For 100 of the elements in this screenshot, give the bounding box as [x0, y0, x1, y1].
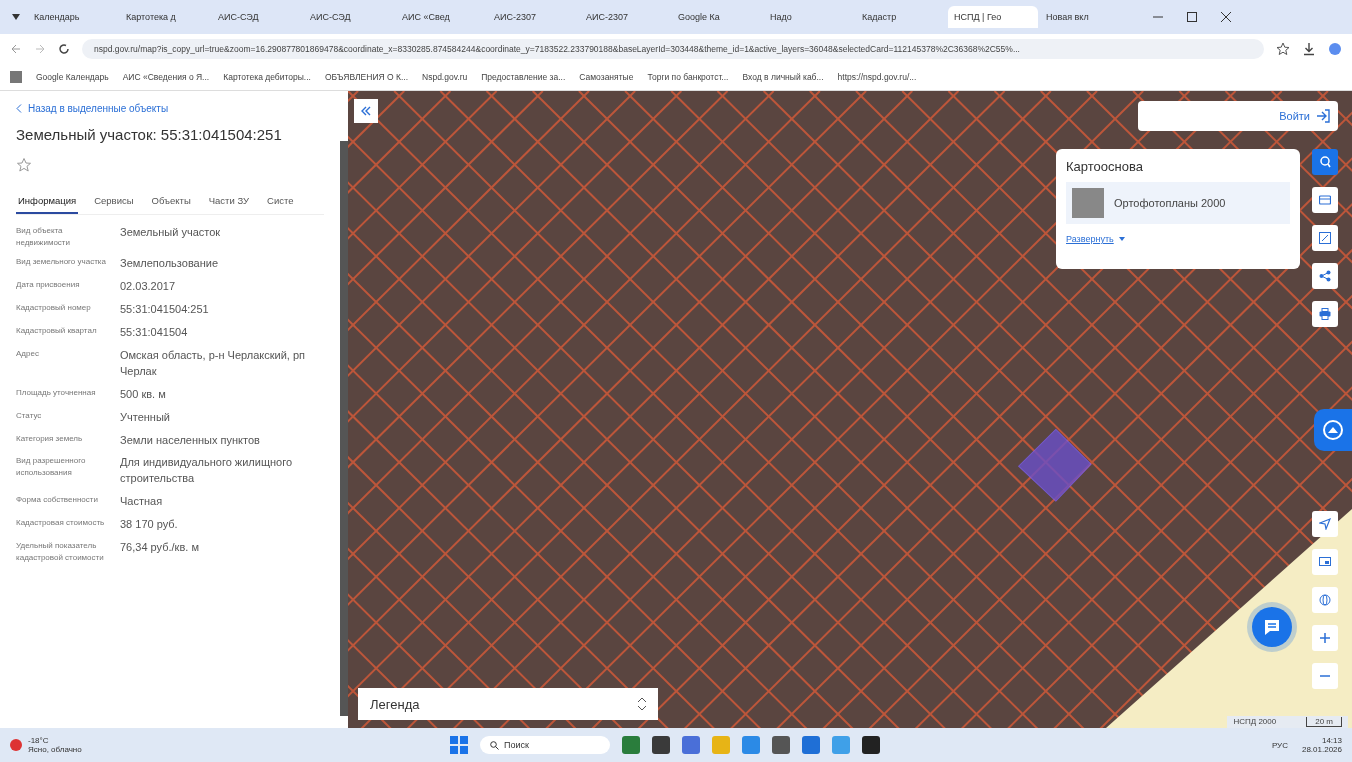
scrollbar[interactable] [340, 141, 348, 716]
bookmark[interactable]: ОБЪЯВЛЕНИЯ О К... [324, 72, 408, 82]
double-chevron-icon [361, 106, 371, 116]
card-icon [1319, 195, 1331, 205]
bookmark[interactable]: Картотека дебиторы... [223, 72, 311, 82]
field-value: Частная [120, 494, 164, 510]
panel-tab[interactable]: Систе [265, 189, 296, 214]
panel-tab[interactable]: Объекты [149, 189, 193, 214]
bookmark[interactable]: Самозанятые [579, 72, 634, 82]
login-button[interactable]: Войти [1138, 101, 1338, 131]
expand-link[interactable]: Развернуть [1066, 234, 1114, 244]
basemap-option[interactable]: Ортофотопланы 2000 [1066, 182, 1290, 224]
basemap-title: Картооснова [1066, 159, 1144, 174]
address-bar[interactable]: nspd.gov.ru/map?is_copy_url=true&zoom=16.290877801869478&coordinate_x=8330285.874584244&coordinate_y=7183522.233790188&baseLayerId=303448&theme_id=1&active_layers=36048&selectedCard=112145378%2C36368%2C55%... [82, 39, 1264, 59]
browser-tab[interactable]: АИС «Свед [396, 6, 486, 28]
object-title: Земельный участок: 55:31:041504:251 [16, 126, 283, 143]
back-link[interactable]: Назад в выделенные объекты [28, 103, 169, 114]
weather-description: Ясно, облачно [28, 745, 82, 754]
field-label: Вид объекта недвижимости [16, 225, 71, 249]
start-icon[interactable] [450, 736, 468, 754]
app-icon[interactable] [862, 736, 880, 754]
browser-tab[interactable]: Новая вкл [1040, 6, 1130, 28]
app-icon[interactable] [772, 736, 790, 754]
field-value: 02.03.2017 [120, 278, 177, 294]
globe-button[interactable] [1312, 587, 1338, 613]
close-icon[interactable] [1220, 11, 1232, 23]
assistant-button[interactable] [1314, 409, 1352, 451]
bookmark[interactable]: Nspd.gov.ru [422, 72, 468, 82]
download-icon[interactable] [1302, 42, 1316, 56]
bookmark[interactable]: АИС «Сведения о Я... [122, 72, 210, 82]
browser-tab[interactable]: НСПД | Гео [948, 6, 1038, 28]
bookmark[interactable]: Торги по банкротст... [647, 72, 729, 82]
location-button[interactable] [1312, 511, 1338, 537]
measure-button[interactable] [1312, 225, 1338, 251]
layers-button[interactable] [1312, 149, 1338, 175]
back-arrow-icon[interactable] [10, 43, 22, 55]
browser-tab[interactable]: АИС-2307 [580, 6, 670, 28]
app-icon[interactable] [622, 736, 640, 754]
scale-bar: 20 m [1306, 717, 1342, 727]
screen-button[interactable] [1312, 549, 1338, 575]
caret-icon [1118, 237, 1125, 241]
globe-icon [1319, 594, 1331, 606]
browser-tab[interactable]: Картотека д [120, 6, 210, 28]
share-icon [1319, 270, 1331, 282]
browser-tab[interactable]: АИС-2307 [488, 6, 578, 28]
field-value: 76,34 руб./кв. м [120, 540, 200, 556]
field-value: Учтенный [120, 409, 171, 425]
chevron-left-icon[interactable] [16, 104, 22, 113]
star-icon[interactable] [16, 157, 32, 173]
bookmark[interactable]: Google Календарь [36, 72, 109, 82]
profile-icon[interactable] [1328, 42, 1342, 56]
plus-icon [1320, 633, 1330, 643]
search-icon [490, 740, 499, 750]
panel-tab[interactable]: Части ЗУ [206, 189, 252, 214]
chat-icon [1262, 617, 1282, 637]
field-value: 38 170 руб. [120, 517, 179, 533]
field-value: 55:31:041504:251 [120, 301, 210, 317]
field-label: Вид разрешенного использования [16, 455, 87, 480]
reload-icon[interactable] [58, 43, 70, 55]
field-value: Для индивидуального жилищного строительства [120, 455, 294, 487]
share-button[interactable] [1312, 263, 1338, 289]
printer-icon [1319, 308, 1331, 320]
up-down-arrows-icon [638, 697, 646, 711]
field-label: Форма собственности [16, 494, 99, 507]
browser-tab[interactable]: АИС-СЭД [212, 6, 302, 28]
field-label: Площадь уточненная [16, 386, 97, 399]
print-button[interactable] [1312, 301, 1338, 327]
field-value: Земли населенных пунктов [120, 432, 261, 448]
bookmark[interactable]: Предоставление за... [481, 72, 566, 82]
panel-tab[interactable]: Сервисы [92, 189, 136, 214]
clock-time[interactable]: 14:13 [1301, 736, 1342, 745]
app-icon[interactable] [802, 736, 820, 754]
legend-dropdown[interactable]: Легенда [358, 688, 658, 720]
card-button[interactable] [1312, 187, 1338, 213]
field-value: 55:31:041504 [120, 324, 189, 340]
weather-temperature: -18°C [28, 736, 50, 745]
zoom-in-button[interactable] [1312, 625, 1338, 651]
browser-tab[interactable]: Календарь [28, 6, 118, 28]
keyboard-language[interactable]: РУС [1271, 740, 1288, 750]
panel-tab[interactable]: Информация [16, 189, 79, 214]
browser-tab[interactable]: Google Ка [672, 6, 762, 28]
maximize-icon[interactable] [1186, 11, 1198, 23]
field-value: 500 кв. м [120, 386, 167, 402]
browser-tab[interactable]: АИС-СЭД [304, 6, 394, 28]
collapse-button[interactable] [354, 99, 378, 123]
app-icon[interactable] [682, 736, 700, 754]
field-label: Кадастровая стоимость [16, 517, 106, 530]
app-icon[interactable] [652, 736, 670, 754]
taskbar-search[interactable]: Поиск [480, 736, 610, 754]
browser-tab[interactable]: Надо [764, 6, 854, 28]
field-value: Землепользование [120, 256, 220, 271]
login-icon [1316, 109, 1330, 123]
field-value: Омская область, р-н Черлакский, рп Черлак [120, 347, 306, 379]
zoom-out-button[interactable] [1312, 663, 1338, 689]
clock-date[interactable]: 28.01.2026 [1301, 745, 1342, 754]
forward-arrow-icon[interactable] [34, 43, 46, 55]
browser-tab[interactable]: Кадастр [856, 6, 946, 28]
bookmark[interactable]: Вход в личный каб... [742, 72, 824, 82]
bookmark[interactable]: https://nspd.gov.ru/... [837, 72, 917, 82]
location-arrow-icon [1319, 518, 1331, 530]
